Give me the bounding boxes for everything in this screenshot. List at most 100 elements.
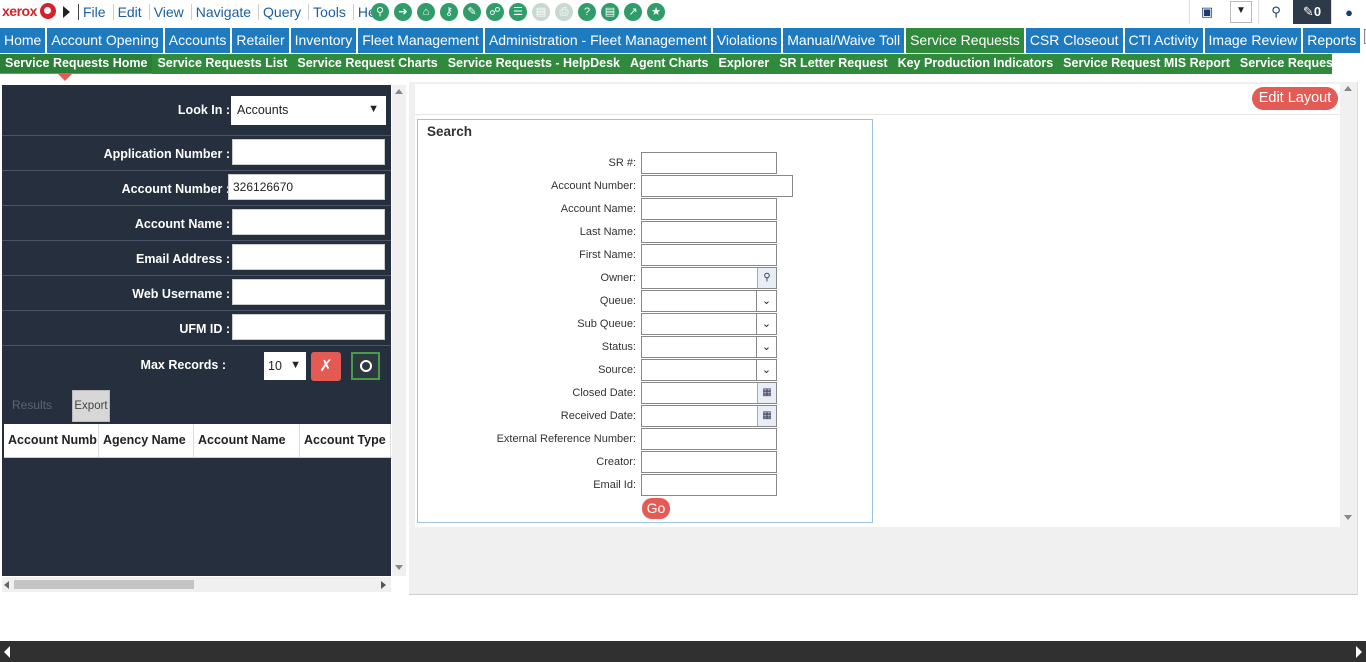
subnav-service-requests-home[interactable]: Service Requests Home: [0, 54, 153, 74]
chat-icon[interactable]: ▣: [1189, 0, 1224, 24]
search-input[interactable]: [641, 175, 793, 197]
tab-accounts[interactable]: Accounts: [164, 28, 231, 53]
notes-icon[interactable]: ▤: [601, 3, 619, 21]
scroll-up-icon[interactable]: [1344, 86, 1352, 91]
notifications-badge[interactable]: ✎0: [1293, 0, 1331, 24]
search-select[interactable]: ⌄: [641, 290, 777, 312]
menu-edit[interactable]: Edit: [112, 4, 148, 20]
search-field-label: First Name:: [579, 249, 636, 261]
doc-icon[interactable]: ▤: [532, 3, 550, 21]
tab-image-review[interactable]: Image Review: [1204, 28, 1302, 53]
tab-export[interactable]: Export: [72, 390, 110, 422]
key-icon[interactable]: ⚷: [440, 3, 458, 21]
scroll-up-icon[interactable]: [395, 89, 403, 94]
search-input[interactable]: [641, 244, 777, 266]
search-input[interactable]: [641, 221, 777, 243]
subnav-service-request-mis-report[interactable]: Service Request MIS Report: [1058, 54, 1235, 74]
left-vertical-scrollbar[interactable]: [392, 85, 406, 576]
column-header[interactable]: Account Type: [300, 424, 391, 457]
field-input[interactable]: [232, 209, 385, 235]
search-select[interactable]: ⌄: [641, 359, 777, 381]
look-in-select[interactable]: Accounts ▼: [231, 96, 386, 125]
field-input[interactable]: [232, 139, 385, 165]
subnav-key-production-indicators[interactable]: Key Production Indicators: [893, 54, 1059, 74]
search-select[interactable]: ⌄: [641, 336, 777, 358]
scroll-left-icon[interactable]: [4, 646, 10, 658]
subnav-service-request-dashboard[interactable]: Service Request Dashboard: [1235, 54, 1366, 74]
search-input[interactable]: [641, 198, 777, 220]
list-icon[interactable]: ☰: [509, 3, 527, 21]
search-input[interactable]: [641, 451, 777, 473]
column-header[interactable]: Account Numb: [4, 424, 99, 457]
tab-home[interactable]: Home: [0, 28, 46, 53]
tab-account-opening[interactable]: Account Opening: [47, 28, 163, 53]
search-input[interactable]: ▦: [641, 382, 777, 404]
subnav-service-requests-helpdesk[interactable]: Service Requests - HelpDesk: [443, 54, 625, 74]
dropdown-icon[interactable]: ▼: [1230, 1, 1252, 23]
tab-cti-activity[interactable]: CTI Activity: [1124, 28, 1203, 53]
home-icon[interactable]: ⌂: [417, 3, 435, 21]
print-icon[interactable]: ⎙: [555, 3, 573, 21]
scroll-down-icon[interactable]: [395, 565, 403, 570]
menu-tools[interactable]: Tools: [308, 4, 352, 20]
tab-violations[interactable]: Violations: [712, 28, 782, 53]
clear-button[interactable]: ✗: [311, 352, 341, 381]
calendar-icon[interactable]: ▦: [757, 383, 776, 403]
subnav-agent-charts[interactable]: Agent Charts: [625, 54, 713, 74]
search-button[interactable]: [351, 352, 380, 380]
tab-retailer[interactable]: Retailer: [232, 28, 289, 53]
user-icon[interactable]: ●: [1331, 0, 1366, 24]
search-input[interactable]: [641, 428, 777, 450]
field-input[interactable]: [232, 279, 385, 305]
zoom-icon[interactable]: ⚲: [371, 3, 389, 21]
tab-manual-waive-toll[interactable]: Manual/Waive Toll: [783, 28, 905, 53]
search-input[interactable]: ▦: [641, 405, 777, 427]
tab-csr-closeout[interactable]: CSR Closeout: [1025, 28, 1123, 53]
scroll-left-icon[interactable]: [4, 581, 9, 589]
subnav-sr-letter-request[interactable]: SR Letter Request: [774, 54, 892, 74]
menu-query[interactable]: Query: [258, 4, 307, 20]
tab-administration-fleet-management[interactable]: Administration - Fleet Management: [484, 28, 711, 53]
tab-reports[interactable]: Reports: [1303, 28, 1361, 53]
subnav-service-requests-list[interactable]: Service Requests List: [152, 54, 292, 74]
left-field-row: UFM ID :: [2, 310, 391, 346]
lookup-icon[interactable]: ⚲: [757, 268, 776, 288]
left-field-row: Web Username :: [2, 275, 391, 311]
left-horizontal-scrollbar[interactable]: [2, 577, 391, 592]
go-button[interactable]: Go: [642, 498, 670, 519]
search-icon[interactable]: ⚲: [1258, 0, 1293, 24]
field-input[interactable]: 326126670: [228, 174, 385, 200]
max-records-select[interactable]: 10 ▼: [264, 352, 306, 380]
chart-icon[interactable]: ↗: [624, 3, 642, 21]
menu-view[interactable]: View: [148, 4, 190, 20]
help-icon[interactable]: ?: [578, 3, 596, 21]
scroll-right-icon[interactable]: [381, 581, 386, 589]
search-input[interactable]: [641, 152, 777, 174]
field-input[interactable]: [232, 314, 385, 340]
search-input[interactable]: [641, 474, 777, 496]
column-header[interactable]: Agency Name: [99, 424, 194, 457]
calendar-icon[interactable]: ▦: [757, 406, 776, 426]
link-icon[interactable]: ☍: [486, 3, 504, 21]
search-input[interactable]: ⚲: [641, 267, 777, 289]
search-select[interactable]: ⌄: [641, 313, 777, 335]
edit-layout-button[interactable]: Edit Layout: [1252, 87, 1338, 110]
tab-fleet-management[interactable]: Fleet Management: [358, 28, 483, 53]
scroll-right-icon[interactable]: [1356, 646, 1362, 658]
tab-results[interactable]: Results: [12, 398, 52, 412]
expand-arrow-icon[interactable]: [63, 6, 70, 18]
star-icon[interactable]: ★: [647, 3, 665, 21]
subnav-service-request-charts[interactable]: Service Request Charts: [292, 54, 442, 74]
forward-icon[interactable]: ➜: [394, 3, 412, 21]
column-header[interactable]: Account Name: [194, 424, 300, 457]
menu-navigate[interactable]: Navigate: [190, 4, 257, 20]
scroll-thumb[interactable]: [14, 580, 194, 589]
subnav-explorer[interactable]: Explorer: [714, 54, 775, 74]
tab-service-requests[interactable]: Service Requests: [906, 28, 1024, 53]
field-input[interactable]: [232, 244, 385, 270]
scroll-down-icon[interactable]: [1344, 515, 1352, 520]
tab-inventory[interactable]: Inventory: [290, 28, 357, 53]
menu-file[interactable]: File: [78, 4, 112, 20]
search-field-label: Creator:: [596, 456, 636, 468]
clipboard-icon[interactable]: ✎: [463, 3, 481, 21]
